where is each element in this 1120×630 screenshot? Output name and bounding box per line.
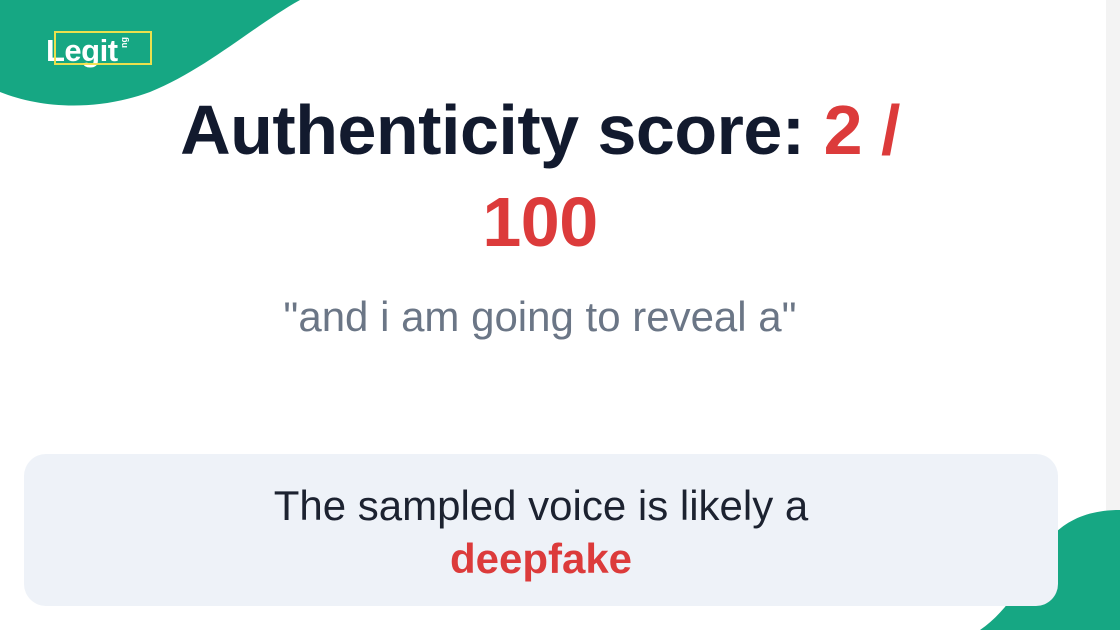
- score-max: 100: [482, 183, 598, 261]
- score-label: Authenticity score:: [180, 91, 805, 169]
- logo-frame: [54, 31, 152, 65]
- transcript-quote: "and i am going to reveal a": [283, 293, 797, 340]
- page: Legit ng Authenticity score: 2 / 100 "an…: [0, 0, 1120, 630]
- score-value: 2 /: [823, 91, 901, 169]
- legit-logo[interactable]: Legit ng: [46, 28, 152, 66]
- verdict-result: deepfake: [449, 535, 633, 582]
- verdict-card: The sampled voice is likely a deepfake: [24, 454, 1058, 606]
- authenticity-score-heading: Authenticity score: 2 / 100: [0, 84, 1080, 268]
- verdict-text: The sampled voice is likely a: [273, 482, 809, 529]
